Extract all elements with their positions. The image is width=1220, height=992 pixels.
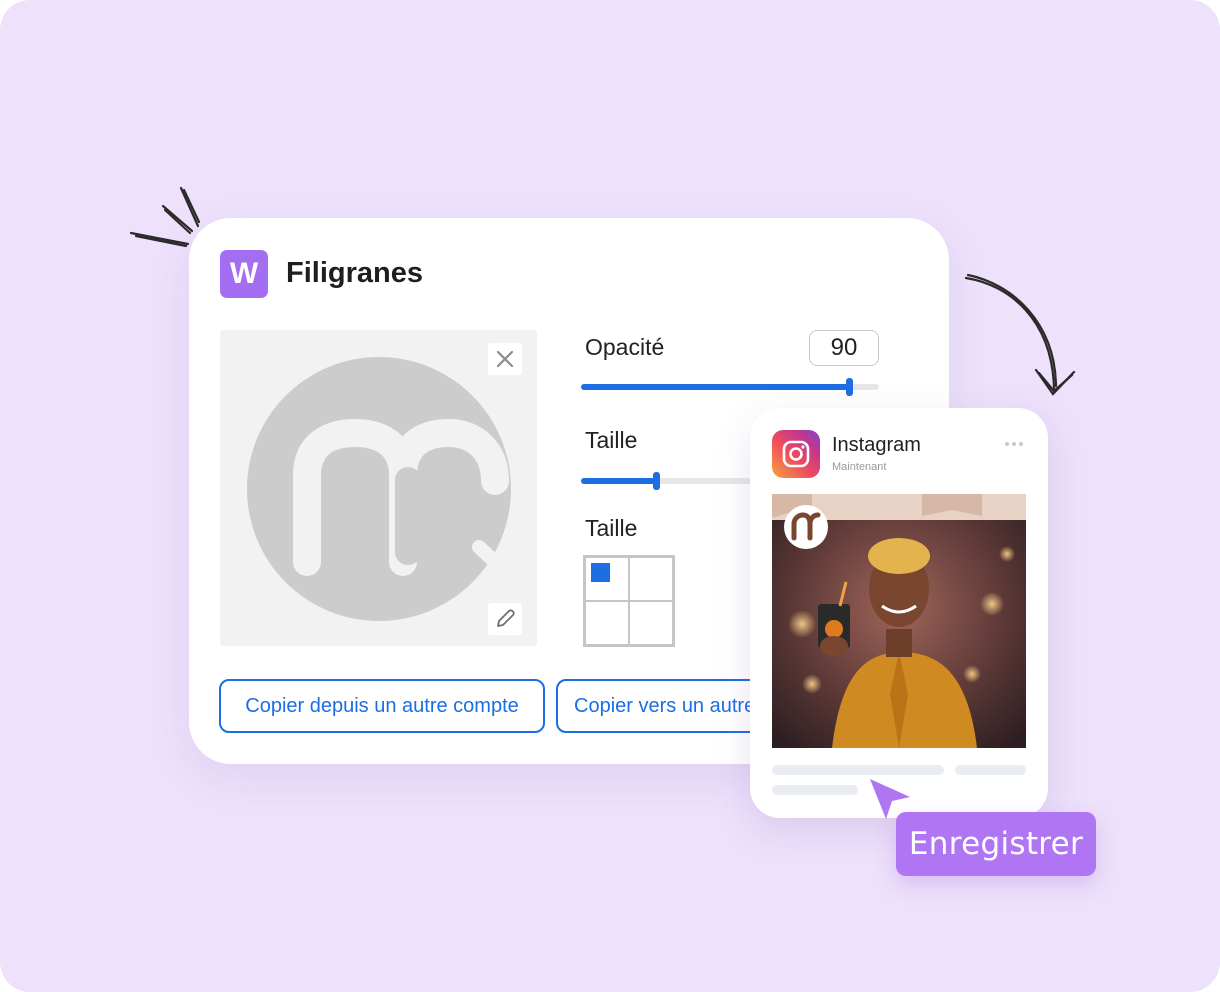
app-logo: W bbox=[220, 250, 268, 298]
size-slider-fill bbox=[581, 478, 656, 484]
opacity-slider[interactable] bbox=[581, 378, 879, 396]
watermark-logo-image bbox=[247, 357, 511, 621]
watermark-preview bbox=[220, 330, 537, 646]
network-name: Instagram bbox=[832, 434, 921, 456]
size-slider-thumb[interactable] bbox=[653, 472, 660, 490]
post-photo bbox=[772, 494, 1026, 748]
position-cell-bottom-right[interactable] bbox=[629, 601, 673, 645]
save-button[interactable]: Enregistrer bbox=[896, 812, 1096, 876]
placeholder-line bbox=[955, 765, 1026, 775]
opacity-value-field[interactable]: 90 bbox=[809, 330, 879, 366]
canvas-background: W Filigranes Opacité 90 Taille Taille Co… bbox=[0, 0, 1220, 992]
remove-watermark-button[interactable] bbox=[488, 343, 522, 375]
instagram-post-preview: Instagram Maintenant bbox=[750, 408, 1048, 818]
card-title: Filigranes bbox=[286, 257, 423, 289]
position-cell-bottom-left[interactable] bbox=[585, 601, 629, 645]
position-cell-top-right[interactable] bbox=[629, 557, 673, 601]
cursor-pointer-icon bbox=[870, 779, 910, 819]
position-cell-top-left[interactable] bbox=[585, 557, 629, 601]
copy-from-account-button[interactable]: Copier depuis un autre compte bbox=[219, 679, 545, 733]
position-label: Taille bbox=[585, 515, 638, 541]
opacity-slider-thumb[interactable] bbox=[846, 378, 854, 396]
post-time: Maintenant bbox=[832, 461, 887, 473]
more-dots-icon[interactable] bbox=[1005, 442, 1027, 454]
position-grid bbox=[583, 555, 675, 647]
placeholder-line bbox=[772, 765, 944, 775]
size-label: Taille bbox=[585, 427, 638, 453]
placeholder-line bbox=[772, 785, 858, 795]
instagram-icon bbox=[772, 430, 820, 478]
close-icon bbox=[496, 350, 514, 368]
pencil-icon bbox=[497, 609, 515, 627]
opacity-label: Opacité bbox=[585, 334, 665, 360]
edit-watermark-button[interactable] bbox=[488, 603, 522, 635]
opacity-slider-fill bbox=[581, 384, 850, 390]
